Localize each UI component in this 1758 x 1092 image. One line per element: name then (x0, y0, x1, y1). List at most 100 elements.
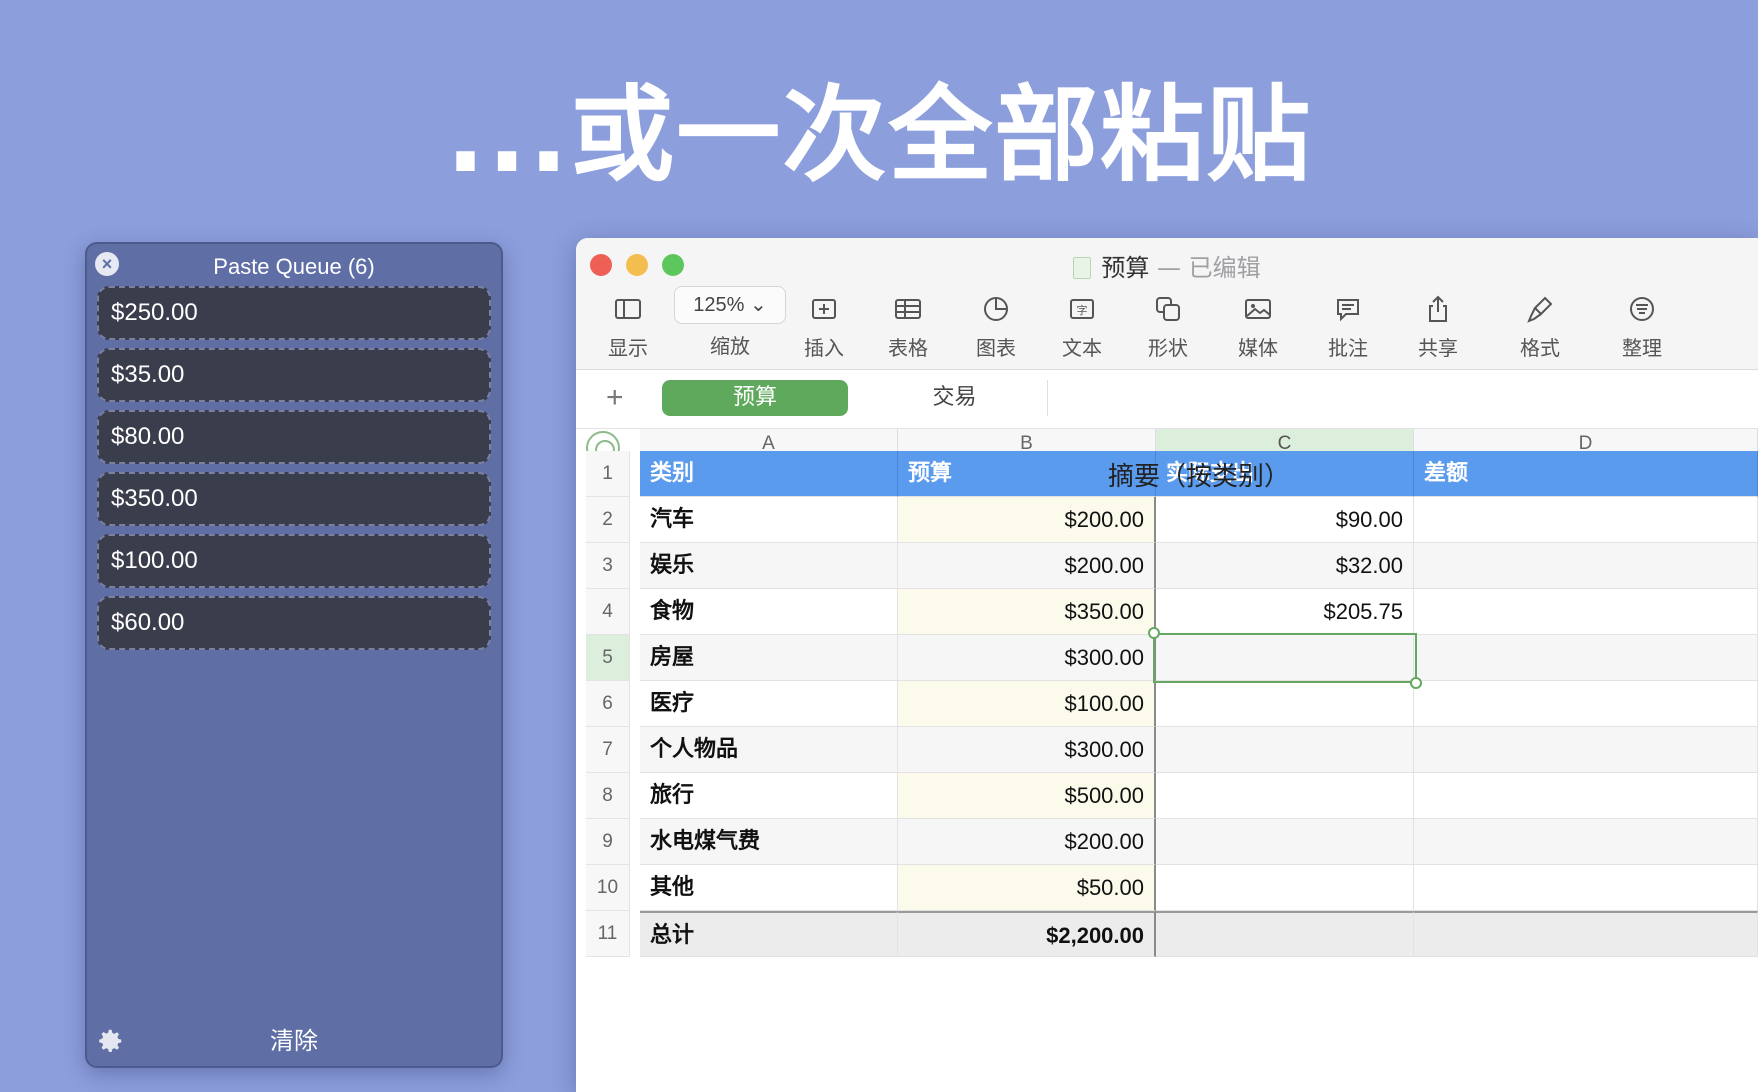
sheet-tab-bar: + 预算 交易 (576, 371, 1758, 429)
chart-icon (984, 297, 1008, 321)
share-button[interactable]: 共享 (1408, 294, 1468, 361)
difference-cell[interactable] (1414, 681, 1758, 727)
numbers-doc-icon (1073, 257, 1092, 279)
chevron-down-icon: ⌄ (749, 294, 767, 316)
row-header-5[interactable]: 5 (586, 635, 630, 681)
tab-budget[interactable]: 预算 (662, 380, 848, 416)
row-header-6[interactable]: 6 (586, 681, 630, 727)
doc-separator: — (1149, 254, 1189, 282)
budget-cell[interactable]: $100.00 (898, 681, 1156, 727)
actual-cell[interactable]: $90.00 (1156, 497, 1414, 543)
budget-cell[interactable]: $2,200.00 (898, 911, 1156, 957)
row-header-2[interactable]: 2 (586, 497, 630, 543)
actual-cell[interactable] (1156, 865, 1414, 911)
paste-queue-list: $250.00 $35.00 $80.00 $350.00 $100.00 $60.00 (97, 286, 491, 658)
category-cell[interactable]: 食物 (640, 589, 898, 635)
text-button[interactable]: 字 文本 (1052, 294, 1112, 361)
media-button[interactable]: 媒体 (1228, 294, 1288, 361)
insert-icon (812, 299, 836, 319)
numbers-window: 预算 — 已编辑 显示 125% ⌄ 缩放 插入 表格 图表 字 文本 形状 媒… (576, 238, 1758, 1092)
sidebar-icon (615, 299, 641, 319)
actual-cell[interactable] (1156, 681, 1414, 727)
category-cell[interactable]: 娱乐 (640, 543, 898, 589)
budget-cell[interactable]: $50.00 (898, 865, 1156, 911)
difference-cell[interactable] (1414, 589, 1758, 635)
row-header-10[interactable]: 10 (586, 865, 630, 911)
queue-item[interactable]: $35.00 (97, 348, 491, 402)
tab-transactions[interactable]: 交易 (862, 380, 1048, 416)
zoom-control[interactable]: 125% ⌄ 缩放 (672, 286, 788, 359)
table-title: 摘要（按类别） (1107, 462, 1290, 492)
difference-cell[interactable] (1414, 819, 1758, 865)
row-header-7[interactable]: 7 (586, 727, 630, 773)
budget-cell[interactable]: $350.00 (898, 589, 1156, 635)
actual-cell[interactable] (1156, 819, 1414, 865)
budget-cell[interactable]: $200.00 (898, 819, 1156, 865)
difference-cell[interactable] (1414, 635, 1758, 681)
actual-cell[interactable] (1156, 727, 1414, 773)
svg-text:字: 字 (1077, 303, 1088, 317)
budget-cell[interactable]: $500.00 (898, 773, 1156, 819)
share-icon (1429, 295, 1447, 322)
comment-button[interactable]: 批注 (1318, 294, 1378, 361)
paste-queue-title: Paste Queue (6) (213, 254, 375, 279)
toolbar: 预算 — 已编辑 显示 125% ⌄ 缩放 插入 表格 图表 字 文本 形状 媒… (576, 238, 1758, 370)
view-button[interactable]: 显示 (598, 294, 658, 361)
shape-icon (1156, 297, 1180, 321)
paste-queue-panel: × Paste Queue (6) $250.00 $35.00 $80.00 $35… (85, 242, 503, 1068)
actual-cell[interactable] (1156, 911, 1414, 957)
category-cell[interactable]: 房屋 (640, 635, 898, 681)
add-sheet-button[interactable]: + (606, 381, 624, 415)
shape-button[interactable]: 形状 (1138, 294, 1198, 361)
paintbrush-icon (1527, 296, 1553, 323)
budget-cell[interactable]: $300.00 (898, 727, 1156, 773)
clear-button[interactable]: 清除 (87, 1021, 501, 1056)
row-header-4[interactable]: 4 (586, 589, 630, 635)
row-header-3[interactable]: 3 (586, 543, 630, 589)
category-cell[interactable]: 旅行 (640, 773, 898, 819)
format-button[interactable]: 格式 (1510, 294, 1570, 361)
headline: ...或一次全部粘贴 (445, 74, 1313, 196)
actual-cell[interactable]: $32.00 (1156, 543, 1414, 589)
difference-cell[interactable] (1414, 497, 1758, 543)
organize-icon (1630, 297, 1654, 321)
budget-cell[interactable]: $200.00 (898, 497, 1156, 543)
row-header-11[interactable]: 11 (586, 911, 630, 957)
difference-cell[interactable] (1414, 911, 1758, 957)
row-header-9[interactable]: 9 (586, 819, 630, 865)
queue-item[interactable]: $350.00 (97, 472, 491, 526)
insert-button[interactable]: 插入 (794, 294, 854, 361)
table-icon (895, 299, 921, 319)
difference-cell[interactable] (1414, 727, 1758, 773)
selection-handle[interactable] (1148, 627, 1160, 639)
zoom-dropdown[interactable]: 125% ⌄ (674, 286, 786, 324)
media-icon (1245, 299, 1271, 319)
doc-status: 已编辑 (1188, 254, 1261, 282)
row-header-8[interactable]: 8 (586, 773, 630, 819)
budget-cell[interactable]: $200.00 (898, 543, 1156, 589)
category-cell[interactable]: 总计 (640, 911, 898, 957)
document-title: 预算 — 已编辑 (576, 248, 1758, 283)
chart-button[interactable]: 图表 (966, 294, 1026, 361)
selection-handle[interactable] (1410, 677, 1422, 689)
organize-button[interactable]: 整理 (1612, 294, 1672, 361)
queue-item[interactable]: $100.00 (97, 534, 491, 588)
difference-cell[interactable] (1414, 865, 1758, 911)
doc-name: 预算 (1101, 254, 1150, 282)
actual-cell[interactable]: $205.75 (1156, 589, 1414, 635)
budget-cell[interactable]: $300.00 (898, 635, 1156, 681)
category-cell[interactable]: 汽车 (640, 497, 898, 543)
table-button[interactable]: 表格 (878, 294, 938, 361)
category-cell[interactable]: 医疗 (640, 681, 898, 727)
category-cell[interactable]: 个人物品 (640, 727, 898, 773)
category-cell[interactable]: 水电煤气费 (640, 819, 898, 865)
actual-cell[interactable] (1156, 773, 1414, 819)
queue-item[interactable]: $80.00 (97, 410, 491, 464)
difference-cell[interactable] (1414, 543, 1758, 589)
difference-cell[interactable] (1414, 773, 1758, 819)
category-cell[interactable]: 其他 (640, 865, 898, 911)
row-header-1[interactable]: 1 (586, 451, 630, 497)
queue-item[interactable]: $250.00 (97, 286, 491, 340)
actual-cell[interactable] (1156, 635, 1414, 681)
queue-item[interactable]: $60.00 (97, 596, 491, 650)
